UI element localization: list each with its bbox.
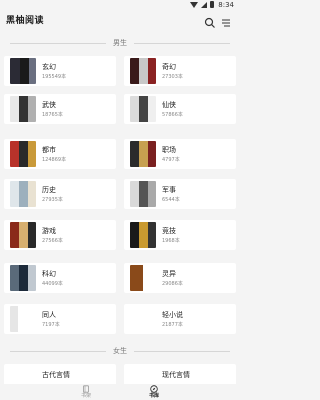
category-card-dushi[interactable]: 都市 124869本: [4, 139, 116, 169]
signal-icon: [201, 2, 207, 8]
category-card-lingyi[interactable]: 灵异 29086本: [124, 263, 236, 293]
category-card-xuanhuan[interactable]: 玄幻 195549本: [4, 56, 116, 86]
category-list[interactable]: 男生 玄幻 195549本 奇幻 27303本 武侠 18765本 仙侠 578…: [0, 30, 240, 384]
category-name: 古代言情: [42, 371, 70, 379]
category-count: 29086本: [162, 281, 183, 287]
category-count: 7197本: [42, 322, 60, 328]
category-cover: [130, 141, 156, 167]
bottom-nav: 书架 书库: [0, 384, 240, 400]
category-cover: [10, 306, 36, 332]
menu-icon: [222, 19, 230, 27]
section-header-male: 男生: [0, 37, 240, 49]
category-cover: [10, 96, 36, 122]
compass-icon: [150, 385, 158, 393]
status-bar: 8:34: [0, 0, 240, 10]
category-count: 1968本: [162, 238, 180, 244]
category-count: 124869本: [42, 157, 67, 163]
category-card-lishi[interactable]: 历史 27935本: [4, 179, 116, 209]
category-card-kehuan[interactable]: 科幻 44099本: [4, 263, 116, 293]
category-count: 27566本: [42, 238, 63, 244]
status-time: 8:34: [218, 1, 234, 9]
category-name: 军事: [162, 186, 176, 194]
category-card-wuxia[interactable]: 武侠 18765本: [4, 94, 116, 124]
category-cover: [10, 222, 36, 248]
section-header-female: 女生: [0, 345, 240, 357]
category-card-junshi[interactable]: 军事 6544本: [124, 179, 236, 209]
category-name: 游戏: [42, 227, 56, 235]
app-bar: 黑柚阅读: [0, 10, 240, 30]
category-name: 轻小说: [162, 311, 183, 319]
wifi-icon: [190, 2, 198, 8]
category-cover: [130, 58, 156, 84]
category-cover: [10, 181, 36, 207]
category-name: 历史: [42, 186, 56, 194]
category-count: 195549本: [42, 74, 67, 80]
menu-button[interactable]: [220, 14, 232, 27]
battery-icon: [210, 1, 214, 8]
category-count: 4797本: [162, 157, 180, 163]
category-card-tongren[interactable]: 同人 7197本: [4, 304, 116, 334]
category-cover: [130, 181, 156, 207]
category-name: 灵异: [162, 270, 176, 278]
category-cover: [130, 265, 156, 291]
category-name: 同人: [42, 311, 56, 319]
search-icon: [204, 17, 215, 28]
app-title: 黑柚阅读: [6, 16, 45, 26]
category-name: 科幻: [42, 270, 56, 278]
category-count: 18765本: [42, 112, 63, 118]
category-cover: [10, 58, 36, 84]
category-card-qingxiaoshuo[interactable]: 轻小说 21877本: [124, 304, 236, 334]
category-card-qihuan[interactable]: 奇幻 27303本: [124, 56, 236, 86]
category-count: 6544本: [162, 197, 180, 203]
category-card-xiandai-yanqing[interactable]: 现代言情: [124, 364, 236, 384]
category-name: 武侠: [42, 101, 56, 109]
category-card-jingji[interactable]: 竞技 1968本: [124, 220, 236, 250]
category-name: 奇幻: [162, 63, 176, 71]
category-count: 57866本: [162, 112, 183, 118]
category-count: 44099本: [42, 281, 63, 287]
category-count: 27303本: [162, 74, 183, 80]
category-cover: [10, 141, 36, 167]
category-card-youxi[interactable]: 游戏 27566本: [4, 220, 116, 250]
category-cover: [130, 96, 156, 122]
category-count: 21877本: [162, 322, 183, 328]
book-icon: [83, 385, 89, 393]
divider: [134, 351, 230, 352]
category-cover: [10, 265, 36, 291]
nav-bookshelf[interactable]: 书架: [66, 384, 106, 400]
status-icons: [190, 1, 214, 8]
category-cover: [130, 222, 156, 248]
nav-label: 书架: [80, 393, 91, 399]
nav-label: 书库: [148, 393, 159, 399]
nav-bookstore[interactable]: 书库: [134, 384, 174, 400]
search-button[interactable]: [204, 14, 216, 28]
category-name: 现代言情: [162, 371, 190, 379]
divider: [134, 43, 230, 44]
category-card-zhichang[interactable]: 职场 4797本: [124, 139, 236, 169]
category-card-xianxia[interactable]: 仙侠 57866本: [124, 94, 236, 124]
category-name: 竞技: [162, 227, 176, 235]
category-name: 都市: [42, 146, 56, 154]
category-name: 仙侠: [162, 101, 176, 109]
category-name: 玄幻: [42, 63, 56, 71]
category-name: 职场: [162, 146, 176, 154]
category-count: 27935本: [42, 197, 63, 203]
category-card-gudai-yanqing[interactable]: 古代言情: [4, 364, 116, 384]
